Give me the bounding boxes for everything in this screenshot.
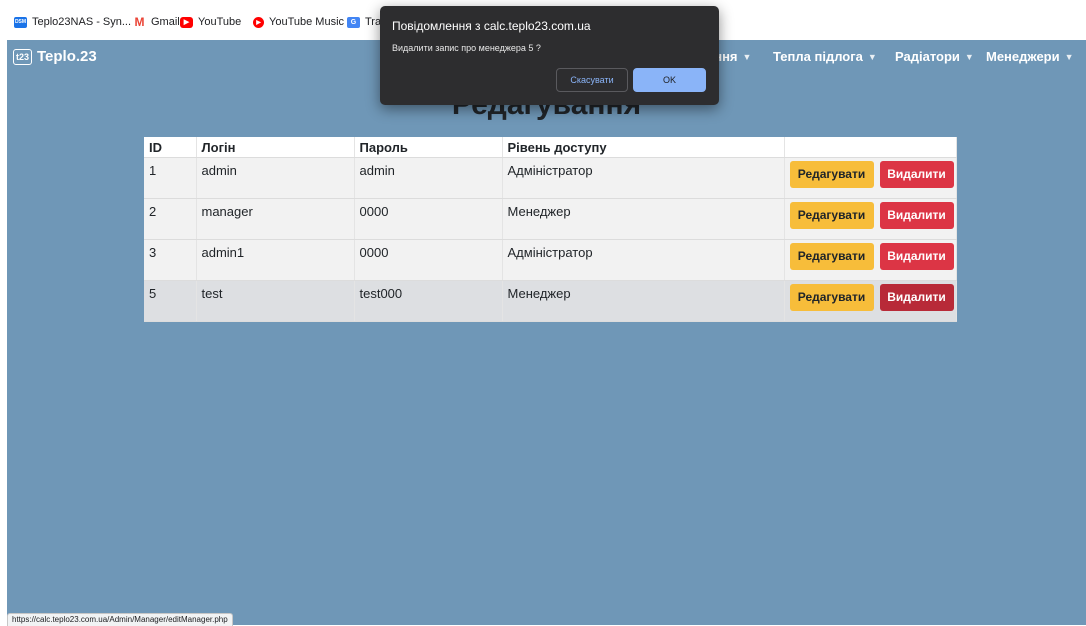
nav-menu-managers[interactable]: Менеджери ▼ [986, 49, 1074, 64]
cell-password: 0000 [354, 198, 503, 240]
cell-actions: Редагувати Видалити [784, 239, 957, 281]
brand-logo-icon: t23 [13, 48, 32, 65]
cell-actions: Редагувати Видалити [784, 157, 957, 199]
gmail-icon: M [134, 15, 145, 29]
chevron-down-icon: ▼ [867, 51, 877, 62]
bookmark-youtube[interactable]: ▶ YouTube [180, 16, 241, 28]
bookmark-label: YouTube [198, 16, 242, 28]
bookmark-label: YouTube Music [269, 16, 345, 28]
nav-menu-label: Менеджери [986, 49, 1060, 64]
table-row: 3 admin1 0000 Адміністратор Редагувати Ви… [144, 239, 957, 281]
youtube-music-icon: ▶ [253, 16, 264, 28]
dialog-message: Видалити запис про менеджера 5 ? [392, 43, 541, 53]
delete-button[interactable]: Видалити [879, 243, 954, 270]
managers-table: ID Логін Пароль Рівень доступу 1 admin a… [144, 137, 957, 322]
dialog-title: Повідомлення з calc.teplo23.com.ua [392, 19, 591, 33]
cell-login: test [196, 280, 355, 322]
bookmark-teplo23nas[interactable]: DSM Teplo23NAS - Syn... [14, 16, 131, 28]
cell-login: admin [196, 157, 355, 199]
nav-menu-label: Радіатори [895, 49, 960, 64]
edit-button[interactable]: Редагувати [789, 161, 874, 188]
cell-password: 0000 [354, 239, 503, 281]
cell-password: test000 [354, 280, 503, 322]
edit-button[interactable]: Редагувати [789, 202, 874, 229]
cell-access-level: Менеджер [502, 280, 785, 322]
delete-button[interactable]: Видалити [879, 161, 954, 188]
nav-menu-warm-floor[interactable]: Тепла підлога ▼ [773, 49, 877, 64]
cell-id: 2 [144, 198, 197, 240]
bookmark-youtube-music[interactable]: ▶ YouTube Music [253, 16, 344, 28]
page-content: t23 Teplo.23 ення ▼ Тепла підлога ▼ Раді… [7, 40, 1086, 625]
cell-actions: Редагувати Видалити [784, 280, 957, 322]
bookmark-label: Tra [365, 16, 382, 28]
status-url: https://calc.teplo23.com.ua/Admin/Manage… [7, 613, 233, 626]
cell-id: 5 [144, 280, 197, 322]
cell-access-level: Менеджер [502, 198, 785, 240]
column-header-password: Пароль [354, 137, 503, 158]
youtube-icon: ▶ [180, 16, 193, 28]
dsm-icon: DSM [14, 16, 27, 28]
confirm-dialog: Повідомлення з calc.teplo23.com.ua Видал… [380, 6, 719, 105]
chevron-down-icon: ▼ [964, 51, 974, 62]
table-row-hovered: 5 test test000 Менеджер Редагувати Видали… [144, 280, 957, 322]
delete-button[interactable]: Видалити [879, 284, 954, 311]
column-header-login: Логін [196, 137, 355, 158]
translate-icon: G [347, 16, 360, 28]
edit-button[interactable]: Редагувати [789, 284, 874, 311]
bookmark-translate[interactable]: G Tra [347, 16, 381, 28]
chevron-down-icon: ▼ [1064, 51, 1074, 62]
cell-id: 3 [144, 239, 197, 281]
cell-password: admin [354, 157, 503, 199]
table-row: 1 admin admin Адміністратор Редагувати Ви… [144, 157, 957, 199]
bookmark-label: Teplo23NAS - Syn... [32, 16, 132, 28]
cell-id: 1 [144, 157, 197, 199]
ok-button[interactable]: OK [633, 68, 706, 92]
table-row: 2 manager 0000 Менеджер Редагувати Видали… [144, 198, 957, 240]
cell-access-level: Адміністратор [502, 239, 785, 281]
cell-actions: Редагувати Видалити [784, 198, 957, 240]
cell-access-level: Адміністратор [502, 157, 785, 199]
chevron-down-icon: ▼ [742, 51, 752, 62]
column-header-id: ID [144, 137, 197, 158]
column-header-actions [784, 137, 957, 158]
nav-menu-label: Тепла підлога [773, 49, 863, 64]
table-header-row: ID Логін Пароль Рівень доступу [144, 137, 957, 158]
brand-name: Teplo.23 [37, 48, 97, 65]
column-header-access-level: Рівень доступу [502, 137, 785, 158]
delete-button[interactable]: Видалити [879, 202, 954, 229]
cancel-button[interactable]: Скасувати [556, 68, 628, 92]
nav-menu-radiators[interactable]: Радіатори ▼ [895, 49, 974, 64]
cell-login: manager [196, 198, 355, 240]
bookmark-label: Gmail [151, 16, 180, 28]
cell-login: admin1 [196, 239, 355, 281]
bookmark-gmail[interactable]: M Gmail [133, 15, 180, 29]
edit-button[interactable]: Редагувати [789, 243, 874, 270]
navbar-brand[interactable]: t23 Teplo.23 [13, 48, 97, 65]
